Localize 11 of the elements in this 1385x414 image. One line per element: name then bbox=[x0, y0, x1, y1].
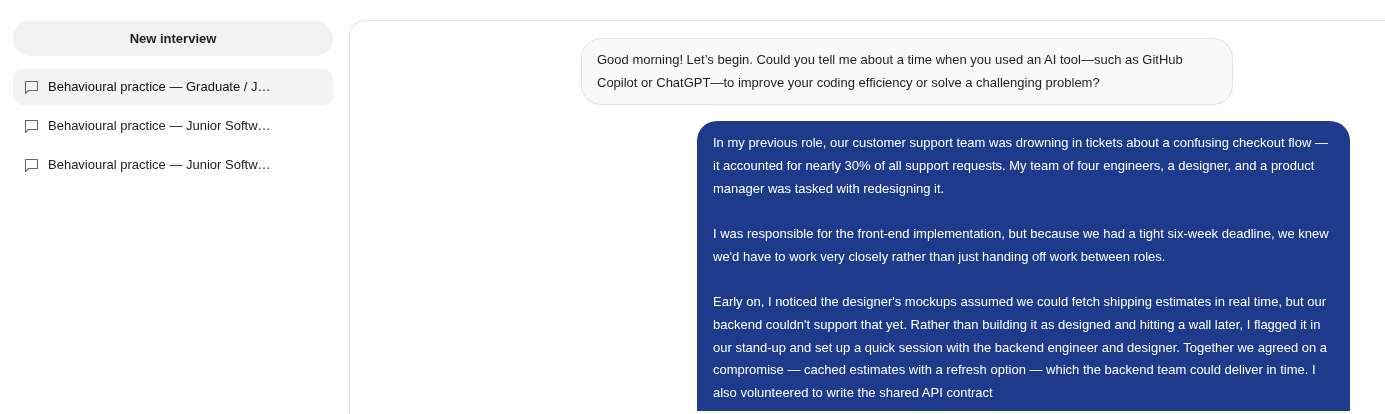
chat-bubble-icon bbox=[24, 157, 39, 173]
chat-bubble-icon bbox=[24, 118, 39, 134]
chat-bubble-icon bbox=[24, 79, 39, 95]
message-paragraph: Early on, I noticed the designer's mockups assumed we could fetch shipping estimates in real time, but our backend couldn't support that yet. Rather than building it as designed and hitting a wall later, I flagged it in our stand-up and set up a quick session with the backend engineer and designer. Together we agreed on a compromise — cached estimates with a refresh option — which the backend team could deliver in time. I also volunteered to write the shared API contract bbox=[713, 293, 1329, 403]
message-paragraph: Good morning! Let’s begin. Could you tell me about a time when you used an AI tool—such as GitHub Copilot or ChatGPT—to improve your coding efficiency or solve a challenging problem? bbox=[597, 51, 1184, 92]
message-paragraph: I was responsible for the front-end implementation, but because we had a tight six-week deadline, we knew we'd have to work very closely rather than just handing off work between roles. bbox=[713, 225, 1330, 266]
conversation-item[interactable]: Behavioural practice — Junior Softw… bbox=[13, 108, 333, 144]
conversation-item[interactable]: Behavioural practice — Junior Softw… bbox=[13, 147, 333, 183]
new-interview-button[interactable]: New interview bbox=[13, 21, 333, 56]
conversation-item[interactable]: Behavioural practice — Graduate / J… bbox=[13, 69, 333, 105]
message-paragraph: In my previous role, our customer support team was drowning in tickets about a confusing checkout flow — it accounted for nearly 30% of all support requests. My team of four engineers, a designer, and a product manager was tasked with redesigning it. bbox=[713, 134, 1329, 198]
